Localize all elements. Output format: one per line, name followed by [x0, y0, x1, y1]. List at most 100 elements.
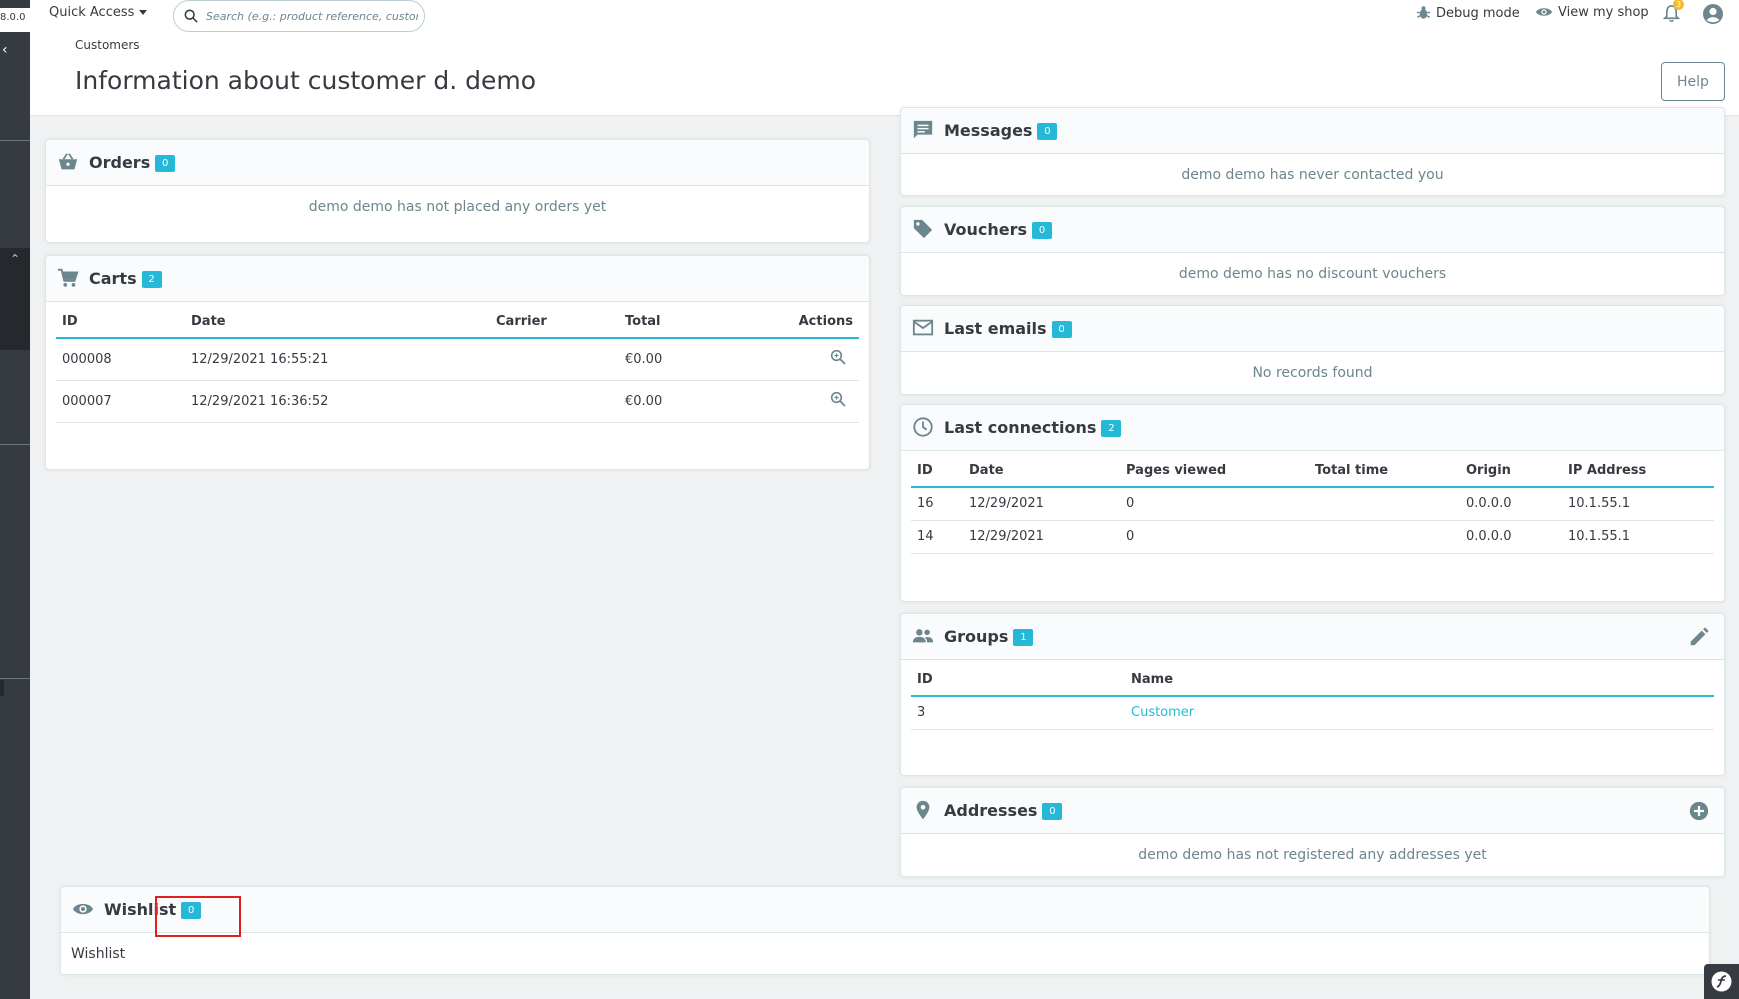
emails-empty-message: No records found	[1252, 365, 1373, 381]
notifications-count: 3	[1673, 0, 1684, 10]
cart-id: 000008	[56, 338, 185, 381]
notifications-button[interactable]: 3	[1662, 0, 1684, 27]
vouchers-title-text: Vouchers	[944, 220, 1028, 239]
profile-button[interactable]	[1702, 3, 1724, 29]
col-date: Date	[185, 302, 490, 339]
addresses-title: Addresses 0	[944, 801, 1063, 820]
connections-table-header: ID Date Pages viewed Total time Origin I…	[911, 451, 1714, 488]
eye-icon	[72, 903, 94, 915]
col-name: Name	[1125, 660, 1714, 697]
orders-empty-message: demo demo has not placed any orders yet	[308, 199, 607, 215]
debug-mode-link[interactable]: Debug mode	[1416, 5, 1520, 21]
groups-table: ID Name 3 Customer	[911, 660, 1714, 730]
groups-table-header: ID Name	[911, 660, 1714, 697]
table-row: 16 12/29/2021 0 0.0.0.0 10.1.55.1	[911, 487, 1714, 521]
chevron-up-icon[interactable]: ⌃	[10, 252, 20, 266]
conn-date: 12/29/2021	[963, 487, 1120, 521]
cart-actions	[749, 338, 859, 381]
connections-table-wrap: ID Date Pages viewed Total time Origin I…	[901, 451, 1724, 554]
table-row: 000008 12/29/2021 16:55:21 €0.00	[56, 338, 859, 381]
view-shop-link[interactable]: View my shop	[1535, 5, 1649, 20]
sidebar-active-section[interactable]: ⌃	[0, 248, 30, 350]
vouchers-title: Vouchers 0	[944, 220, 1053, 239]
addresses-empty-message: demo demo has not registered any address…	[1138, 847, 1487, 863]
col-time: Total time	[1309, 451, 1460, 488]
debug-mode-label: Debug mode	[1436, 6, 1520, 21]
breadcrumb[interactable]: Customers	[75, 38, 140, 52]
mail-icon	[912, 319, 934, 336]
cart-carrier	[490, 380, 619, 423]
col-ip: IP Address	[1562, 451, 1714, 488]
connections-title: Last connections 2	[944, 418, 1122, 437]
carts-title: Carts 2	[89, 269, 162, 288]
messages-title: Messages 0	[944, 121, 1058, 140]
cart-id: 000007	[56, 380, 185, 423]
col-date: Date	[963, 451, 1120, 488]
carts-table-header: ID Date Carrier Total Actions	[56, 302, 859, 339]
group-name-link[interactable]: Customer	[1125, 696, 1714, 730]
addresses-panel-header: Addresses 0	[901, 788, 1724, 834]
group-name[interactable]: Customer	[1131, 705, 1194, 720]
cart-total: €0.00	[619, 380, 749, 423]
conn-origin: 0.0.0.0	[1460, 487, 1562, 521]
version-label: 8.0.0	[0, 8, 30, 32]
wishlist-panel-header: Wishlist 0	[61, 887, 1709, 933]
location-pin-icon	[916, 800, 930, 820]
cart-carrier	[490, 338, 619, 381]
symfony-toolbar-button[interactable]	[1704, 964, 1739, 999]
search-box[interactable]	[173, 0, 425, 32]
group-id: 3	[911, 696, 1125, 730]
help-button[interactable]: Help	[1661, 62, 1725, 101]
orders-title-text: Orders	[89, 153, 151, 172]
emails-panel-header: Last emails 0	[901, 306, 1724, 352]
basket-icon	[58, 153, 78, 170]
emails-count-badge: 0	[1051, 321, 1072, 338]
vouchers-empty-message: demo demo has no discount vouchers	[1178, 266, 1447, 282]
search-input[interactable]	[206, 7, 418, 25]
groups-panel: Groups 1 ID Name 3 Customer	[900, 613, 1725, 776]
connections-count-badge: 2	[1101, 420, 1122, 437]
connections-title-text: Last connections	[944, 418, 1097, 437]
orders-panel: Orders 0 demo demo has not placed any ord…	[45, 139, 870, 243]
search-icon[interactable]	[184, 9, 198, 23]
col-id: ID	[56, 302, 185, 339]
eye-icon	[1535, 8, 1553, 16]
conn-id: 14	[911, 520, 963, 554]
orders-count-badge: 0	[155, 155, 176, 172]
emails-title: Last emails 0	[944, 319, 1072, 338]
symfony-icon	[1711, 971, 1732, 992]
carts-panel-header: Carts 2	[46, 256, 869, 302]
messages-panel: Messages 0 demo demo has never contacted …	[900, 107, 1725, 196]
col-pages: Pages viewed	[1120, 451, 1309, 488]
add-address-icon[interactable]	[1688, 800, 1710, 822]
view-cart-icon[interactable]	[830, 391, 846, 407]
bug-icon	[1416, 6, 1431, 19]
conn-time	[1309, 520, 1460, 554]
edit-icon[interactable]	[1688, 626, 1710, 648]
clock-icon	[913, 417, 933, 437]
vouchers-panel-header: Vouchers 0	[901, 207, 1724, 253]
orders-panel-header: Orders 0	[46, 140, 869, 186]
col-carrier: Carrier	[490, 302, 619, 339]
sidebar-divider	[0, 678, 30, 679]
messages-empty-message: demo demo has never contacted you	[1181, 167, 1444, 183]
orders-title: Orders 0	[89, 153, 176, 172]
cart-date: 12/29/2021 16:55:21	[185, 338, 490, 381]
highlight-box	[155, 896, 241, 937]
vouchers-panel: Vouchers 0 demo demo has no discount vouc…	[900, 206, 1725, 296]
view-cart-icon[interactable]	[830, 349, 846, 365]
col-id: ID	[911, 451, 963, 488]
conn-ip: 10.1.55.1	[1562, 487, 1714, 521]
groups-count-badge: 1	[1013, 629, 1034, 646]
account-icon	[1703, 4, 1723, 24]
conn-id: 16	[911, 487, 963, 521]
quick-access-label: Quick Access	[49, 5, 135, 20]
collapse-sidebar-icon[interactable]: ‹	[0, 42, 30, 62]
messages-panel-header: Messages 0	[901, 108, 1724, 154]
cart-actions	[749, 380, 859, 423]
message-icon	[913, 120, 933, 139]
cart-total: €0.00	[619, 338, 749, 381]
carts-panel: Carts 2 ID Date Carrier Total Actions 000…	[45, 255, 870, 470]
tag-icon	[913, 219, 933, 239]
quick-access-dropdown[interactable]: Quick Access	[49, 5, 148, 20]
